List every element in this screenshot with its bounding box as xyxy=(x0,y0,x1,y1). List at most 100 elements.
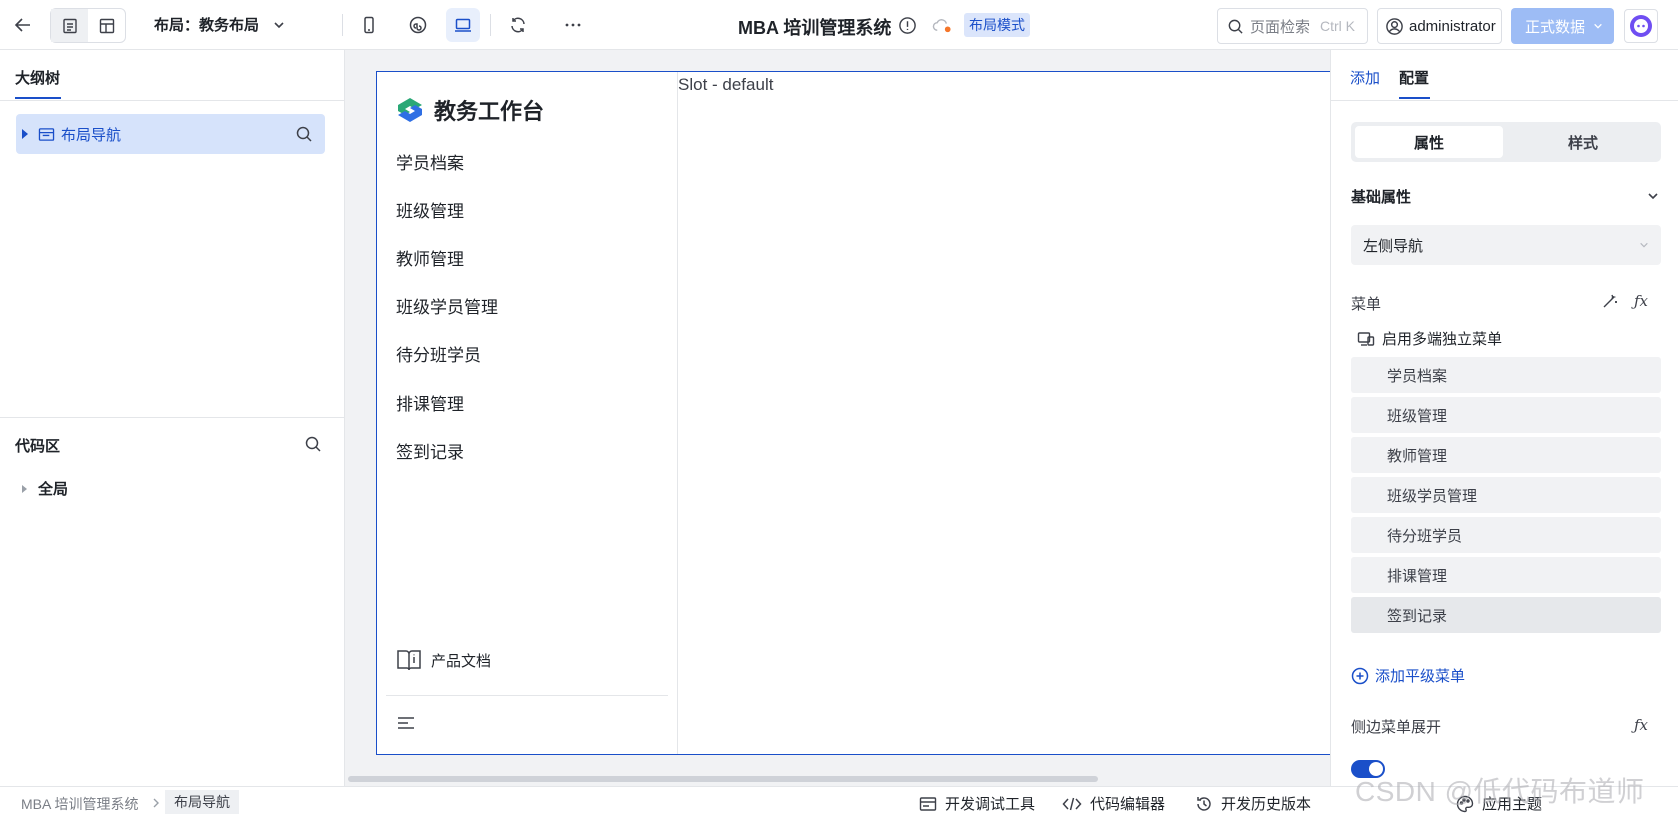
nav-item-attendance[interactable]: 签到记录 xyxy=(396,438,464,463)
brand: 教务工作台 xyxy=(396,94,544,126)
production-data-label: 正式数据 xyxy=(1525,18,1586,36)
mini-program-icon[interactable] xyxy=(401,8,435,42)
menu-config-item[interactable]: 教师管理 xyxy=(1351,437,1661,473)
page-view-icon[interactable] xyxy=(51,9,88,42)
dev-debug-tool-button[interactable]: 开发调试工具 xyxy=(919,793,1035,814)
sidebar-expand-label: 侧边菜单展开 xyxy=(1351,719,1442,736)
page-search-input[interactable]: 页面检索 Ctrl K xyxy=(1217,8,1368,44)
divider xyxy=(0,417,345,418)
caret-right-icon[interactable] xyxy=(22,484,27,493)
tab-add[interactable]: 添加 xyxy=(1350,67,1380,88)
horizontal-scrollbar[interactable] xyxy=(348,776,1098,782)
book-icon xyxy=(397,650,421,671)
outline-item-label: 布局导航 xyxy=(61,126,122,144)
chevron-down-icon[interactable] xyxy=(1647,190,1659,202)
brand-logo-icon xyxy=(398,98,422,122)
brand-name: 教务工作台 xyxy=(434,99,545,124)
search-icon[interactable] xyxy=(304,435,322,453)
app-title: MBA 培训管理系统 xyxy=(738,18,892,38)
layout-selector-label: 布局：教务布局 xyxy=(154,17,260,34)
plus-circle-icon xyxy=(1351,667,1369,684)
multi-device-icon xyxy=(1357,331,1375,346)
code-editor-label: 代码编辑器 xyxy=(1090,796,1166,813)
back-arrow-icon[interactable] xyxy=(6,8,40,42)
chevron-down-icon xyxy=(1640,242,1648,248)
tab-underline xyxy=(15,97,61,99)
formula-fx-icon[interactable]: ƒx xyxy=(1634,716,1648,734)
divider xyxy=(0,100,345,101)
nav-type-select[interactable]: 左侧导航 xyxy=(1351,225,1661,265)
slot-placeholder: Slot - default xyxy=(678,75,774,94)
chevron-right-icon xyxy=(153,798,159,808)
ai-assistant-icon[interactable] xyxy=(1624,9,1658,43)
multi-terminal-label: 启用多端独立菜单 xyxy=(1382,331,1503,348)
desktop-device-icon[interactable] xyxy=(446,8,480,42)
nav-item-class-management[interactable]: 班级管理 xyxy=(396,197,464,222)
add-sibling-menu-button[interactable]: 添加平级菜单 xyxy=(1351,665,1465,686)
menu-config-item[interactable]: 排课管理 xyxy=(1351,557,1661,593)
caret-right-icon[interactable] xyxy=(22,129,28,139)
nav-item-class-student-management[interactable]: 班级学员管理 xyxy=(396,293,498,318)
menu-collapse-icon[interactable] xyxy=(396,714,416,732)
code-item-label: 全局 xyxy=(38,481,69,498)
breadcrumb-root[interactable]: MBA 培训管理系统 xyxy=(21,794,138,814)
mobile-device-icon[interactable] xyxy=(352,8,386,42)
history-icon xyxy=(1197,796,1211,811)
basic-properties-title[interactable]: 基础属性 xyxy=(1351,186,1411,207)
tab-style[interactable]: 样式 xyxy=(1509,126,1657,158)
nav-item-teacher-management[interactable]: 教师管理 xyxy=(396,245,464,270)
search-icon[interactable] xyxy=(295,125,313,143)
tab-properties[interactable]: 属性 xyxy=(1355,126,1503,158)
nav-item-unassigned-students[interactable]: 待分班学员 xyxy=(396,341,481,366)
more-icon[interactable] xyxy=(556,8,590,42)
chevron-down-icon xyxy=(274,21,284,28)
breadcrumb-current[interactable]: 布局导航 xyxy=(165,790,239,814)
refresh-icon[interactable] xyxy=(501,8,535,42)
nav-type-value: 左侧导航 xyxy=(1363,237,1424,255)
layout-view-icon[interactable] xyxy=(88,9,125,42)
menu-config-item[interactable]: 签到记录 xyxy=(1351,597,1661,633)
menu-config-item[interactable]: 学员档案 xyxy=(1351,357,1661,393)
multi-terminal-menu-toggle[interactable]: 启用多端独立菜单 xyxy=(1357,328,1502,349)
user-name: administrator xyxy=(1409,17,1496,35)
menu-config-item[interactable]: 待分班学员 xyxy=(1351,517,1661,553)
user-menu-button[interactable]: administrator xyxy=(1377,8,1502,44)
tab-config[interactable]: 配置 xyxy=(1399,67,1429,88)
tab-underline xyxy=(1399,97,1430,99)
props-style-switch: 属性 样式 xyxy=(1351,122,1661,162)
left-panel: 大纲树 布局导航 代码区 全局 xyxy=(0,50,345,786)
divider xyxy=(1331,100,1678,101)
production-data-button[interactable]: 正式数据 xyxy=(1511,8,1614,44)
menu-label: 菜单 xyxy=(1351,296,1382,313)
layout-selector[interactable]: 布局：教务布局 xyxy=(154,14,285,35)
code-icon xyxy=(1062,797,1082,810)
outline-item-layout-nav[interactable]: 布局导航 xyxy=(16,114,325,154)
right-panel: 添加 配置 属性 样式 基础属性 左侧导航 菜单 ƒx 启用多端独立菜单 学员档… xyxy=(1330,50,1678,786)
search-placeholder: 页面检索 xyxy=(1250,18,1311,36)
code-editor-button[interactable]: 代码编辑器 xyxy=(1062,793,1165,814)
nav-item-student-records[interactable]: 学员档案 xyxy=(396,149,464,174)
nav-item-scheduling[interactable]: 排课管理 xyxy=(396,390,464,415)
formula-fx-icon[interactable]: ƒx xyxy=(1634,292,1648,310)
product-docs-link[interactable]: 产品文档 xyxy=(396,648,491,672)
add-sibling-menu-label: 添加平级菜单 xyxy=(1375,668,1466,685)
search-shortcut: Ctrl K xyxy=(1320,18,1356,34)
menu-config-item[interactable]: 班级学员管理 xyxy=(1351,477,1661,513)
layout-mode-badge: 布局模式 xyxy=(964,13,1030,37)
top-toolbar: 布局：教务布局 MBA 培训管理系统 布局模式 页面检索 Ctrl K admi… xyxy=(0,0,1678,50)
layout-component-icon xyxy=(38,127,55,141)
divider xyxy=(342,14,343,36)
magic-wand-icon[interactable] xyxy=(1601,292,1619,310)
debug-window-icon xyxy=(919,796,937,811)
divider xyxy=(490,14,491,36)
code-item-global[interactable]: 全局 xyxy=(22,478,68,499)
search-icon xyxy=(1228,19,1243,34)
chevron-down-icon xyxy=(1594,23,1602,29)
outline-tree-title[interactable]: 大纲树 xyxy=(15,67,60,88)
dev-history-button[interactable]: 开发历史版本 xyxy=(1195,793,1311,814)
dev-history-label: 开发历史版本 xyxy=(1221,796,1312,813)
product-docs-label: 产品文档 xyxy=(431,652,492,670)
menu-config-item[interactable]: 班级管理 xyxy=(1351,397,1661,433)
info-circle-icon[interactable] xyxy=(898,16,917,38)
preview-frame[interactable]: 教务工作台 学员档案 班级管理 教师管理 班级学员管理 待分班学员 排课管理 签… xyxy=(376,71,1330,755)
